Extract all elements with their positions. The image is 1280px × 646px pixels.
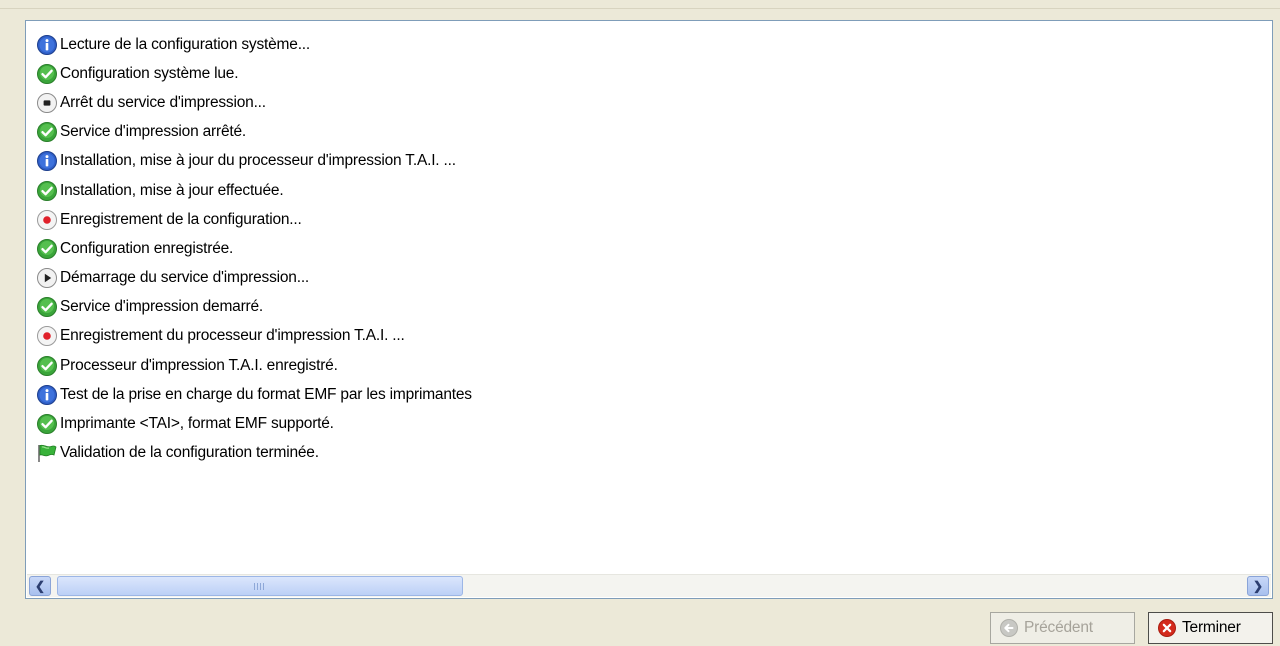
log-entry-text: Arrêt du service d'impression... bbox=[60, 93, 266, 111]
log-entry: Service d'impression demarré. bbox=[36, 293, 472, 322]
check-icon bbox=[36, 180, 58, 202]
finish-button-label: Terminer bbox=[1182, 619, 1241, 636]
check-icon bbox=[36, 238, 58, 260]
scroll-left-button[interactable]: ❮ bbox=[29, 576, 51, 596]
finish-button[interactable]: Terminer bbox=[1148, 612, 1273, 644]
info-icon bbox=[36, 384, 58, 406]
log-entry: Processeur d'impression T.A.I. enregistr… bbox=[36, 351, 472, 380]
log-entry-text: Test de la prise en charge du format EMF… bbox=[60, 385, 472, 403]
log-entry-text: Validation de la configuration terminée. bbox=[60, 444, 319, 462]
check-icon bbox=[36, 63, 58, 85]
log-entry-text: Lecture de la configuration système... bbox=[60, 35, 311, 53]
log-entry: Enregistrement de la configuration... bbox=[36, 205, 472, 234]
log-entry: Installation, mise à jour du processeur … bbox=[36, 147, 472, 176]
log-entry: Lecture de la configuration système... bbox=[36, 30, 472, 59]
record-icon bbox=[36, 325, 58, 347]
info-icon bbox=[36, 34, 58, 56]
info-icon bbox=[36, 150, 58, 172]
chevron-left-icon: ❮ bbox=[34, 579, 46, 593]
log-entry-text: Démarrage du service d'impression... bbox=[60, 269, 310, 287]
log-entry: Enregistrement du processeur d'impressio… bbox=[36, 322, 472, 351]
record-icon bbox=[36, 209, 58, 231]
previous-button[interactable]: Précédent bbox=[990, 612, 1135, 644]
check-icon bbox=[36, 355, 58, 377]
back-arrow-icon bbox=[999, 618, 1019, 638]
log-entry-text: Configuration système lue. bbox=[60, 64, 239, 82]
close-circle-icon bbox=[1157, 618, 1177, 638]
log-entry: Arrêt du service d'impression... bbox=[36, 88, 472, 117]
log-entry: Imprimante <TAI>, format EMF supporté. bbox=[36, 409, 472, 438]
log-entry: Configuration système lue. bbox=[36, 59, 472, 88]
log-entry-text: Installation, mise à jour effectuée. bbox=[60, 181, 284, 199]
play-icon bbox=[36, 267, 58, 289]
flag-icon bbox=[36, 442, 58, 464]
scroll-right-button[interactable]: ❯ bbox=[1247, 576, 1269, 596]
log-panel[interactable]: Lecture de la configuration système... Co… bbox=[25, 20, 1273, 599]
log-entry-text: Configuration enregistrée. bbox=[60, 239, 234, 257]
previous-button-label: Précédent bbox=[1024, 619, 1093, 636]
log-entry: Validation de la configuration terminée. bbox=[36, 439, 472, 468]
horizontal-scrollbar[interactable]: ❮ ❯ bbox=[27, 574, 1271, 597]
log-entry-text: Enregistrement de la configuration... bbox=[60, 210, 302, 228]
log-entry: Service d'impression arrêté. bbox=[36, 118, 472, 147]
scrollbar-thumb[interactable] bbox=[57, 576, 463, 596]
log-entry-text: Installation, mise à jour du processeur … bbox=[60, 152, 456, 170]
log-entry: Test de la prise en charge du format EMF… bbox=[36, 380, 472, 409]
log-entry-text: Service d'impression arrêté. bbox=[60, 123, 247, 141]
log-entry-text: Service d'impression demarré. bbox=[60, 298, 264, 316]
check-icon bbox=[36, 413, 58, 435]
log-entry-text: Processeur d'impression T.A.I. enregistr… bbox=[60, 356, 338, 374]
top-separator bbox=[0, 0, 1280, 9]
check-icon bbox=[36, 296, 58, 318]
stop-icon bbox=[36, 92, 58, 114]
check-icon bbox=[36, 121, 58, 143]
log-entry-text: Enregistrement du processeur d'impressio… bbox=[60, 327, 405, 345]
log-entry: Démarrage du service d'impression... bbox=[36, 264, 472, 293]
log-entry-text: Imprimante <TAI>, format EMF supporté. bbox=[60, 415, 334, 433]
log-entry: Installation, mise à jour effectuée. bbox=[36, 176, 472, 205]
log-entry: Configuration enregistrée. bbox=[36, 234, 472, 263]
log-list: Lecture de la configuration système... Co… bbox=[36, 30, 472, 468]
chevron-right-icon: ❯ bbox=[1252, 579, 1264, 593]
grip-icon bbox=[254, 583, 266, 590]
